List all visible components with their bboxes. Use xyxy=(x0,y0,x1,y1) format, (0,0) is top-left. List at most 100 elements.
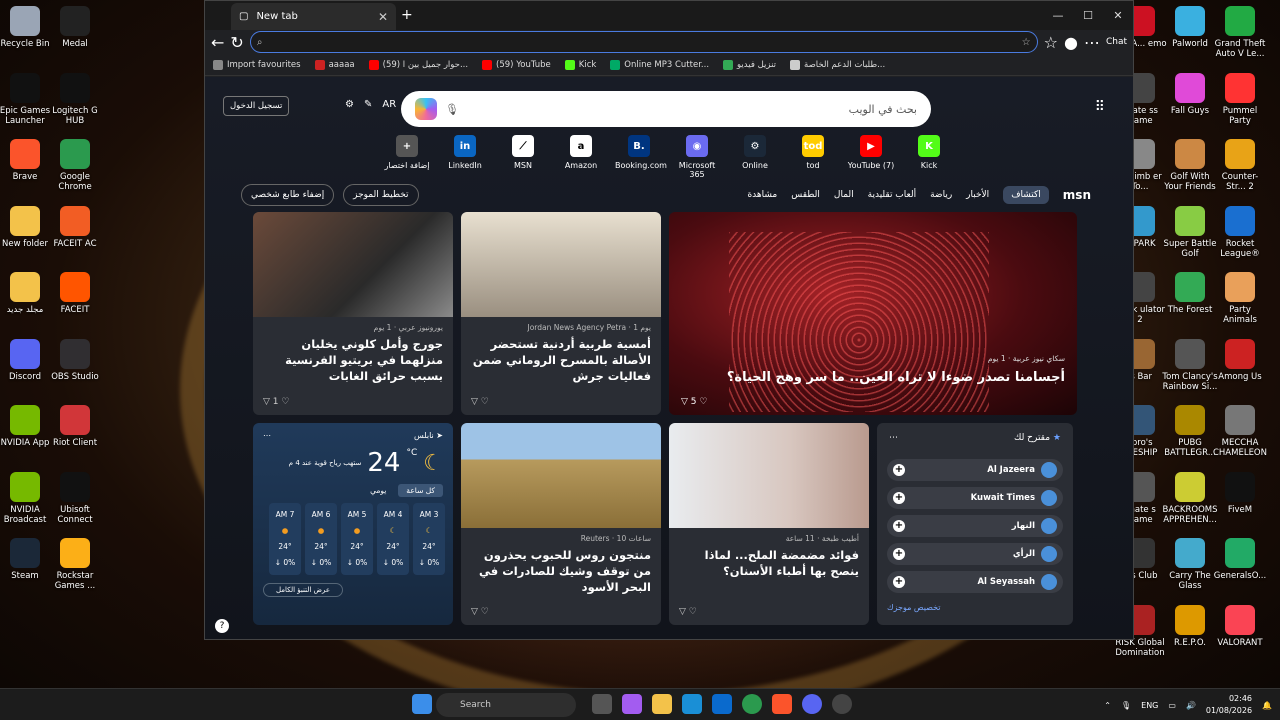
add-source-icon[interactable]: + xyxy=(893,464,905,476)
task-view-icon[interactable] xyxy=(592,694,612,714)
desktop-icon[interactable]: Palworld xyxy=(1162,6,1218,49)
desktop-icon[interactable]: Rocket League® xyxy=(1212,205,1268,259)
tab-hourly[interactable]: كل ساعة xyxy=(398,484,443,497)
desktop-icon[interactable]: GeneralsO... xyxy=(1212,538,1268,581)
copilot-chat-button[interactable]: Chat xyxy=(1106,37,1127,47)
url-input[interactable]: ⌕ ☆ xyxy=(249,31,1038,53)
copilot-taskbar-icon[interactable] xyxy=(622,694,642,714)
brave-icon[interactable] xyxy=(772,694,792,714)
like-icon[interactable]: ▽ ♡ xyxy=(471,397,489,407)
nav-tab[interactable]: الطقس xyxy=(791,190,820,200)
quick-link[interactable]: ⚙ Online xyxy=(731,135,779,179)
close-tab-icon[interactable]: ✕ xyxy=(378,10,388,24)
taskbar-search[interactable]: Search xyxy=(436,693,576,717)
clock[interactable]: 02:46 01/08/2026 xyxy=(1206,693,1252,717)
nav-tab[interactable]: رياضة xyxy=(930,190,952,200)
desktop-icon[interactable]: Counter-Str... 2 xyxy=(1212,139,1268,192)
favorites-icon[interactable]: ☆ xyxy=(1044,33,1058,52)
desktop-icon[interactable]: Rockstar Games ... xyxy=(42,538,108,591)
news-card[interactable]: يورونيوز عربي · 1 يوم جورج وأمل كلوني يخ… xyxy=(253,212,453,415)
bookmark-item[interactable]: تنزيل فيديو xyxy=(723,59,776,70)
web-search-box[interactable]: 🎙 بحث في الويب xyxy=(401,91,931,127)
quick-link[interactable]: a Amazon xyxy=(557,135,605,179)
volume-icon[interactable]: 🔊 xyxy=(1186,701,1196,710)
desktop-icon[interactable]: Ubisoft Connect xyxy=(42,471,108,525)
bookmark-item[interactable]: (59) YouTube xyxy=(482,59,551,70)
dislike-icon[interactable]: ▽ xyxy=(681,397,691,407)
source-row[interactable]: + Al Jazeera xyxy=(887,459,1063,481)
layout-button[interactable]: تخطيط الموجز xyxy=(343,184,419,206)
quick-link[interactable]: tod tod xyxy=(789,135,837,179)
add-source-icon[interactable]: + xyxy=(893,548,905,560)
customize-feed-link[interactable]: تخصيص موجزك xyxy=(877,599,1073,616)
quick-link[interactable]: ⟋ MSN xyxy=(499,135,547,179)
desktop-icon[interactable]: OBS Studio xyxy=(42,338,108,382)
tab-daily[interactable]: يومي xyxy=(362,484,394,497)
desktop-icon[interactable]: Golf With Your Friends xyxy=(1162,139,1218,192)
news-card[interactable]: Reuters · 10 ساعات منتجون روس للحبوب يحذ… xyxy=(461,423,661,625)
bookmark-item[interactable]: طلبات الدعم الخاصة... xyxy=(790,59,885,70)
more-icon[interactable]: ⋯ xyxy=(263,431,271,440)
file-explorer-icon[interactable] xyxy=(652,694,672,714)
close-window-button[interactable]: ✕ xyxy=(1103,1,1133,29)
desktop-icon[interactable]: FACEIT xyxy=(42,272,108,315)
gear-icon[interactable]: ⚙ xyxy=(345,99,354,110)
card-actions[interactable]: ▽ ♡ xyxy=(679,607,697,617)
profile-icon[interactable]: ● xyxy=(1064,33,1078,52)
desktop-icon[interactable]: BACKROOMS APPREHEN... xyxy=(1162,471,1218,525)
more-icon[interactable]: ⋯ xyxy=(889,433,898,443)
bookmark-item[interactable]: Online MP3 Cutter... xyxy=(610,59,709,70)
nav-tab[interactable]: اكتشاف xyxy=(1003,186,1049,204)
mic-icon[interactable]: 🎙 xyxy=(445,103,459,116)
new-tab-icon[interactable]: + xyxy=(401,7,413,23)
language-button[interactable]: AR xyxy=(382,99,396,110)
desktop-icon[interactable]: Super Battle Golf xyxy=(1162,205,1218,259)
hero-likes[interactable]: ▽ 5 ♡ xyxy=(681,397,707,407)
chrome-icon[interactable] xyxy=(742,694,762,714)
pencil-icon[interactable]: ✎ xyxy=(364,99,372,110)
news-card[interactable]: أطيب طبخة · 11 ساعة فوائد مضمضة الملح...… xyxy=(669,423,869,625)
help-icon[interactable]: ? xyxy=(215,619,229,633)
start-icon[interactable] xyxy=(412,694,432,714)
desktop-icon[interactable]: Pummel Party xyxy=(1212,72,1268,126)
bookmark-item[interactable]: Kick xyxy=(564,59,596,70)
settings-icon[interactable] xyxy=(832,694,852,714)
desktop-icon[interactable]: R.E.P.O. xyxy=(1162,604,1218,648)
add-source-icon[interactable]: + xyxy=(893,492,905,504)
quick-link[interactable]: in LinkedIn xyxy=(441,135,489,179)
nav-tab[interactable]: مشاهدة xyxy=(747,190,777,200)
desktop-icon[interactable]: Among Us xyxy=(1212,338,1268,382)
apps-grid-icon[interactable]: ⠿ xyxy=(1095,99,1105,115)
source-row[interactable]: + الرأي xyxy=(887,543,1063,565)
notification-icon[interactable]: 🔔 xyxy=(1262,701,1272,710)
desktop-icon[interactable]: MECCHA CHAMELEON xyxy=(1212,405,1268,458)
desktop-icon[interactable]: VALORANT xyxy=(1212,604,1268,648)
chevron-up-icon[interactable]: ⌃ xyxy=(1104,701,1111,710)
full-forecast-button[interactable]: عرض التنبؤ الكامل xyxy=(263,583,343,597)
network-icon[interactable]: ▭ xyxy=(1168,701,1176,710)
more-icon[interactable]: ⋯ xyxy=(1084,33,1100,52)
quick-link[interactable]: K Kick xyxy=(905,135,953,179)
news-card[interactable]: Jordan News Agency Petra · 1 يوم أمسية ط… xyxy=(461,212,661,415)
like-icon[interactable]: ♡ xyxy=(699,397,707,407)
desktop-icon[interactable]: Grand Theft Auto V Le... xyxy=(1212,6,1268,59)
desktop-icon[interactable]: Medal xyxy=(42,6,108,49)
weather-widget[interactable]: ⋯ نابلس ➤ ستهب رياح قوية عند 4 م 24 °C ☾… xyxy=(253,423,453,625)
desktop-icon[interactable]: Tom Clancy's Rainbow Si... xyxy=(1162,338,1218,392)
quick-link[interactable]: ▶ YouTube (7) xyxy=(847,135,895,179)
mail-icon[interactable] xyxy=(712,694,732,714)
nav-tab[interactable]: الأخبار xyxy=(966,190,989,200)
desktop-icon[interactable]: FACEIT AC xyxy=(42,205,108,249)
signin-button[interactable]: تسجيل الدخول xyxy=(223,96,290,116)
input-language[interactable]: ENG xyxy=(1141,701,1158,710)
quick-link[interactable]: + إضافة اختصار xyxy=(383,135,431,179)
desktop-icon[interactable]: Party Animals xyxy=(1212,272,1268,325)
discord-icon[interactable] xyxy=(802,694,822,714)
maximize-button[interactable]: ☐ xyxy=(1073,1,1103,29)
desktop-icon[interactable]: Logitech G HUB xyxy=(42,72,108,126)
tab-new-tab[interactable]: ▢ New tab ✕ xyxy=(231,3,396,30)
desktop-icon[interactable]: FiveM xyxy=(1212,471,1268,515)
back-icon[interactable]: ← xyxy=(211,33,224,52)
nav-tab[interactable]: المال xyxy=(834,190,854,200)
bookmark-item[interactable]: (59) حوار جميل بين ا... xyxy=(368,59,468,70)
